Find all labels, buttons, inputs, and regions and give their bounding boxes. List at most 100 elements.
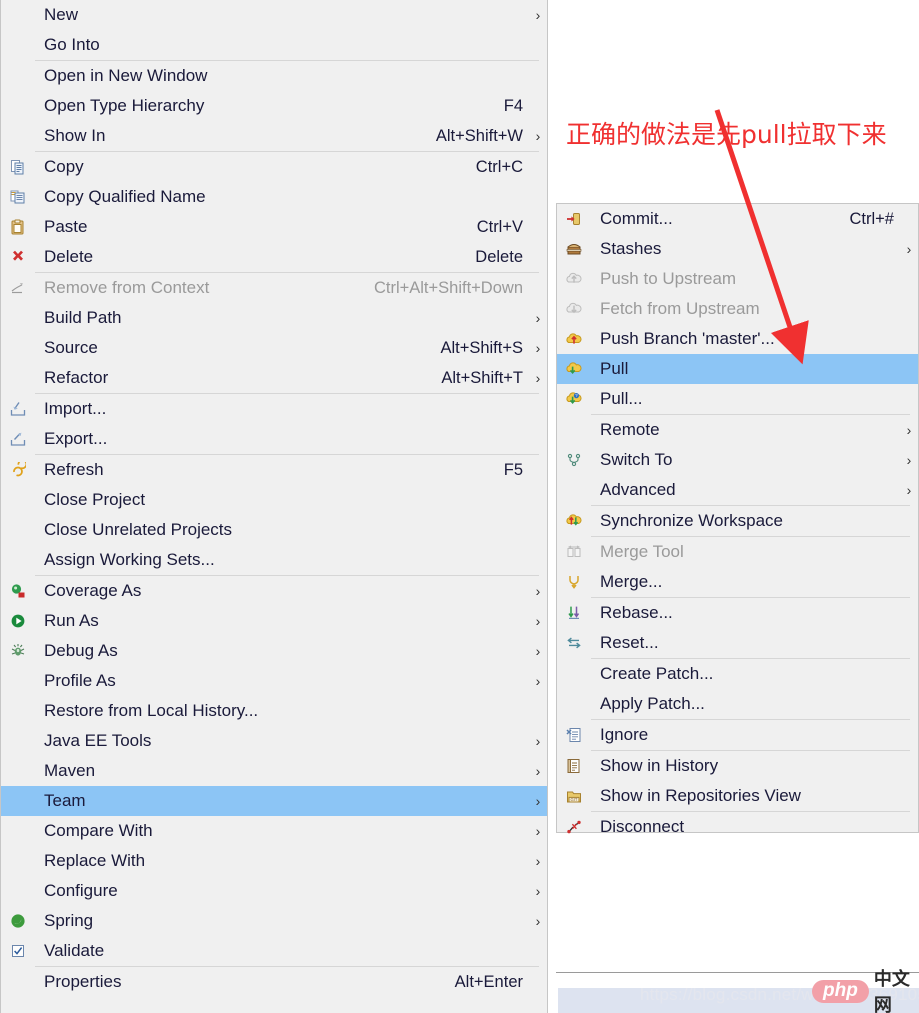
team-submenu[interactable]: Commit...Ctrl+#›Stashes›Push to Upstream… (556, 203, 919, 836)
team-item-rebase[interactable]: Rebase... › (557, 598, 918, 628)
menu-item-label: Merge Tool (600, 542, 684, 561)
svg-text:GIT: GIT (571, 797, 578, 802)
team-item-pull[interactable]: ? Pull... › (557, 384, 918, 414)
menu-item-copy[interactable]: Copy Ctrl+C › (1, 152, 547, 182)
menu-item-java-ee-tools[interactable]: Java EE Tools › (1, 726, 547, 756)
team-item-disconnect[interactable]: Disconnect › (557, 812, 918, 842)
no-chevron: › (529, 431, 547, 447)
menu-item-label: Ignore (600, 725, 649, 744)
debug-icon (1, 636, 35, 666)
menu-item-label: Paste (44, 217, 88, 236)
menu-item-paste[interactable]: Paste Ctrl+V › (1, 212, 547, 242)
menu-item-show-in[interactable]: Show In Alt+Shift+W › (1, 121, 547, 151)
team-item-reset[interactable]: Reset... › (557, 628, 918, 658)
chevron-right-icon: › (906, 482, 912, 498)
ignore-icon (557, 720, 591, 750)
commit-icon (557, 204, 591, 234)
no-icon (1, 696, 35, 726)
menu-item-label: Show in Repositories View (600, 786, 801, 805)
menu-item-team[interactable]: Team › (1, 786, 547, 816)
no-chevron: › (529, 492, 547, 508)
menu-item-label: Close Project (44, 490, 146, 509)
menu-item-refactor[interactable]: Refactor Alt+Shift+T › (1, 363, 547, 393)
menu-item-label: Show In (44, 126, 106, 145)
no-icon (1, 876, 35, 906)
team-item-remote[interactable]: Remote › (557, 415, 918, 445)
no-chevron: › (529, 159, 547, 175)
refresh-icon (1, 455, 35, 485)
menu-item-restore-from-local-history[interactable]: Restore from Local History... › (1, 696, 547, 726)
menu-item-label: Open in New Window (44, 66, 208, 85)
team-item-push-branch-master[interactable]: Push Branch 'master'... › (557, 324, 918, 354)
menu-item-debug-as[interactable]: Debug As › (1, 636, 547, 666)
menu-item-properties[interactable]: Properties Alt+Enter › (1, 967, 547, 997)
no-chevron: › (900, 727, 918, 743)
menu-item-source[interactable]: Source Alt+Shift+S › (1, 333, 547, 363)
fetch-upstream-icon (557, 294, 591, 324)
menu-item-label: Profile As (44, 671, 116, 690)
menu-item-configure[interactable]: Configure › (1, 876, 547, 906)
menu-item-go-into[interactable]: Go Into › (1, 30, 547, 60)
menu-item-label: Compare With (44, 821, 153, 840)
menu-item-refresh[interactable]: Refresh F5 › (1, 455, 547, 485)
menu-item-label: Switch To (600, 450, 673, 469)
menu-item-label: Configure (44, 881, 118, 900)
menu-item-spring[interactable]: Spring › (1, 906, 547, 936)
menu-item-compare-with[interactable]: Compare With › (1, 816, 547, 846)
menu-item-replace-with[interactable]: Replace With › (1, 846, 547, 876)
chevron-right-icon: › (906, 422, 912, 438)
chevron-right-icon: › (906, 241, 912, 257)
menu-item-label: Close Unrelated Projects (44, 520, 233, 539)
team-item-ignore[interactable]: Ignore › (557, 720, 918, 750)
project-context-menu[interactable]: New › Go Into › Open in New Window › Open Type… (0, 0, 548, 1013)
team-item-show-in-repositories-view[interactable]: GIT Show in Repositories View › (557, 781, 918, 811)
team-item-pull[interactable]: Pull › (557, 354, 918, 384)
chevron-right-icon: › (535, 823, 541, 839)
menu-item-maven[interactable]: Maven › (1, 756, 547, 786)
menu-item-open-type-hierarchy[interactable]: Open Type Hierarchy F4 › (1, 91, 547, 121)
team-item-advanced[interactable]: Advanced › (557, 475, 918, 505)
menu-item-validate[interactable]: Validate › (1, 936, 547, 966)
no-icon (1, 30, 35, 60)
team-item-create-patch[interactable]: Create Patch... › (557, 659, 918, 689)
menu-item-assign-working-sets[interactable]: Assign Working Sets... › (1, 545, 547, 575)
menu-item-copy-qualified-name[interactable]: Copy Qualified Name › (1, 182, 547, 212)
menu-item-close-unrelated-projects[interactable]: Close Unrelated Projects › (1, 515, 547, 545)
team-item-merge[interactable]: Merge... › (557, 567, 918, 597)
menu-item-build-path[interactable]: Build Path › (1, 303, 547, 333)
merge-tool-icon (557, 537, 591, 567)
no-chevron: › (529, 68, 547, 84)
menu-item-close-project[interactable]: Close Project › (1, 485, 547, 515)
menu-item-run-as[interactable]: Run As › (1, 606, 547, 636)
menu-item-coverage-as[interactable]: Coverage As › (1, 576, 547, 606)
menu-item-accelerator: Ctrl+C (475, 157, 523, 176)
menu-item-label: Team (44, 791, 86, 810)
watermark-logo-cn: 中文网 (873, 969, 910, 1013)
team-item-apply-patch[interactable]: Apply Patch... › (557, 689, 918, 719)
no-icon (1, 303, 35, 333)
spring-icon (1, 906, 35, 936)
chevron-right-icon: › (535, 853, 541, 869)
team-item-merge-tool: Merge Tool › (557, 537, 918, 567)
import-icon (1, 394, 35, 424)
no-chevron: › (900, 758, 918, 774)
team-item-switch-to[interactable]: Switch To › (557, 445, 918, 475)
menu-item-export[interactable]: Export... › (1, 424, 547, 454)
team-item-commit[interactable]: Commit... Ctrl+# › (557, 204, 918, 234)
no-icon (1, 726, 35, 756)
chevron-right-icon: › (535, 763, 541, 779)
team-item-show-in-history[interactable]: Show in History › (557, 751, 918, 781)
menu-item-delete[interactable]: Delete Delete › (1, 242, 547, 272)
menu-item-open-in-new-window[interactable]: Open in New Window › (1, 61, 547, 91)
reset-icon (557, 628, 591, 658)
menu-item-profile-as[interactable]: Profile As › (1, 666, 547, 696)
team-item-synchronize-workspace[interactable]: Synchronize Workspace › (557, 506, 918, 536)
menu-item-import[interactable]: Import... › (1, 394, 547, 424)
menu-item-new[interactable]: New › (1, 0, 547, 30)
chevron-right-icon: › (535, 913, 541, 929)
annotation-text: 正确的做法是先pull拉取下来 (566, 120, 887, 149)
menu-item-label: Commit... (600, 209, 673, 228)
chevron-right-icon: › (535, 643, 541, 659)
team-item-stashes[interactable]: Stashes › (557, 234, 918, 264)
copy-qualified-icon (1, 182, 35, 212)
